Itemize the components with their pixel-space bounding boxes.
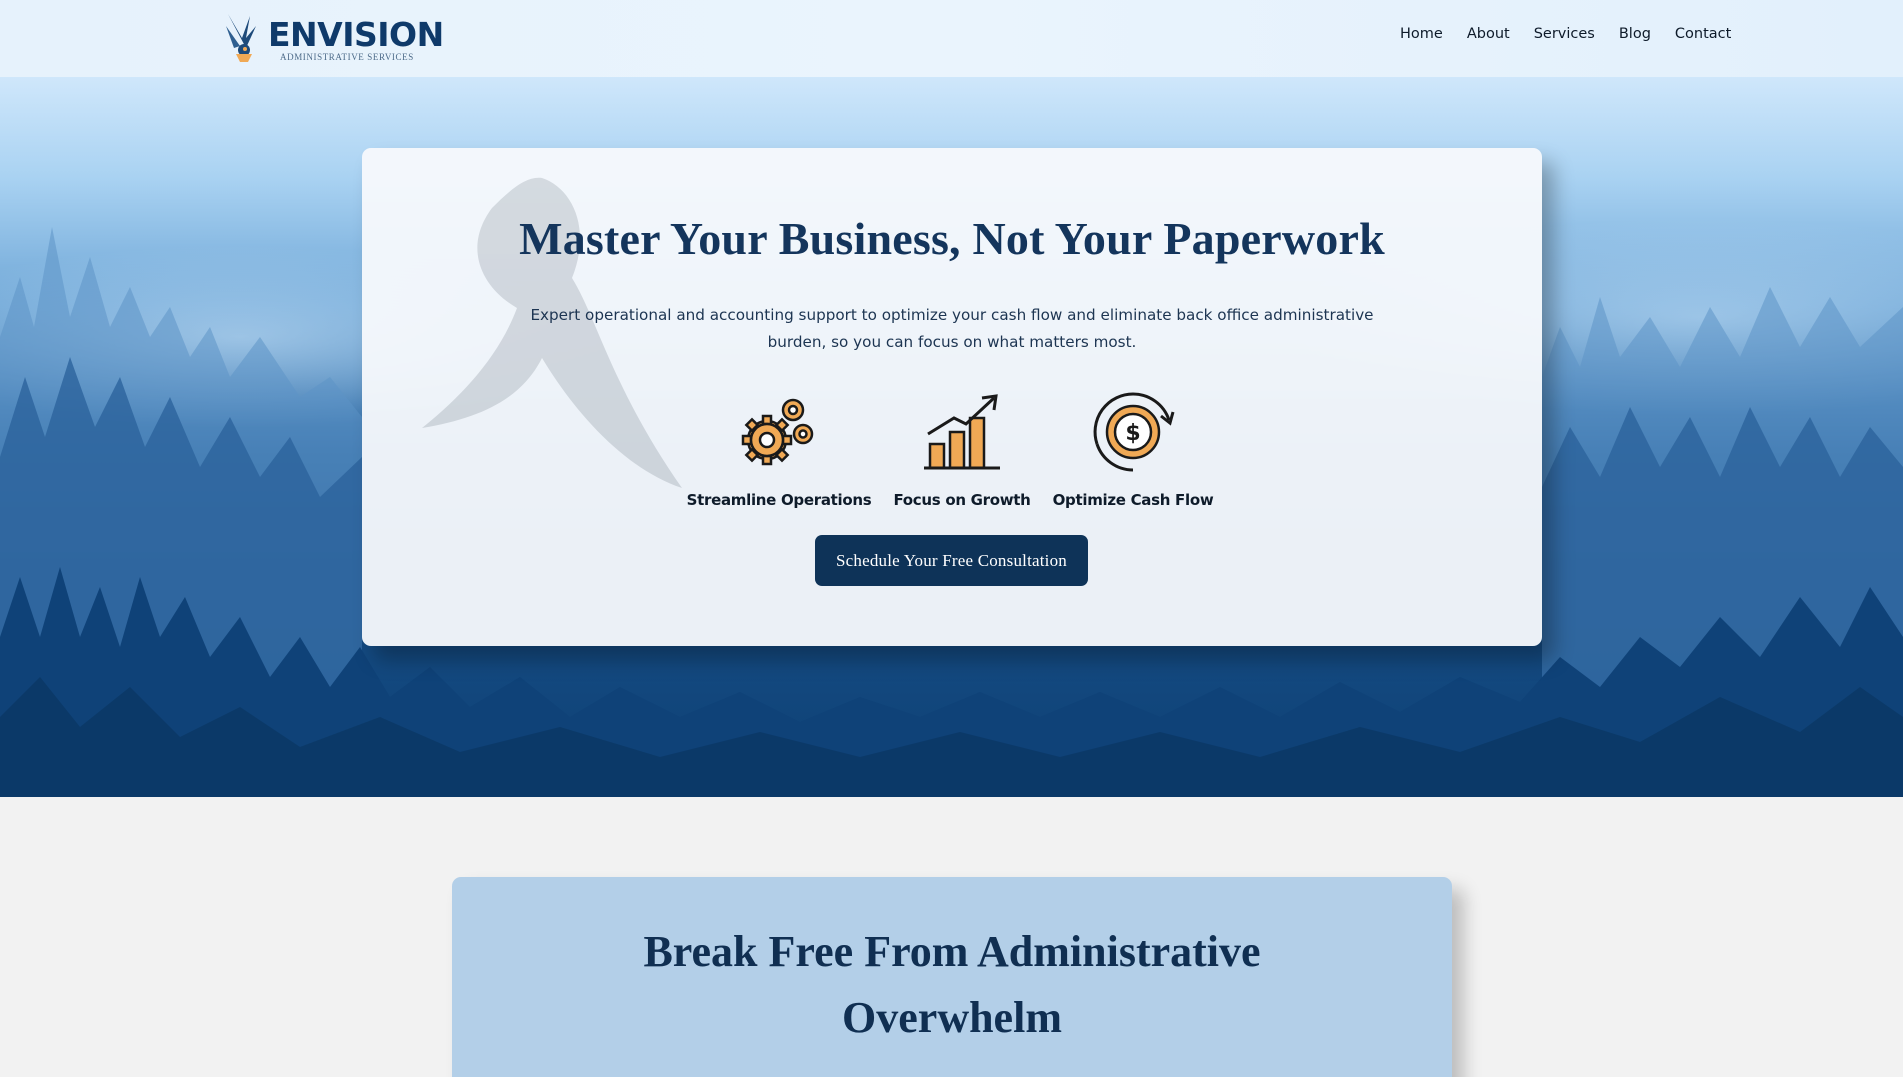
feature-list: Streamline Operations Focus on Growth $ … <box>362 390 1542 520</box>
site-header: ENVISION ADMINISTRATIVE SERVICES Home Ab… <box>0 0 1903 77</box>
hero-subtitle: Expert operational and accounting suppor… <box>530 306 1374 351</box>
feature-optimize-cash-flow: $ Optimize Cash Flow <box>1033 390 1233 509</box>
svg-text:$: $ <box>1125 421 1140 446</box>
feature-streamline-operations: Streamline Operations <box>679 390 879 509</box>
main-nav: Home About Services Blog Contact <box>1400 26 1755 42</box>
nav-blog[interactable]: Blog <box>1619 26 1651 42</box>
feature-label: Focus on Growth <box>893 491 1031 509</box>
overwhelm-section: Break Free From Administrative Overwhelm <box>0 797 1903 1077</box>
schedule-consultation-button[interactable]: Schedule Your Free Consultation <box>815 535 1088 586</box>
feature-label: Streamline Operations <box>686 491 872 509</box>
overwhelm-title: Break Free From Administrative Overwhelm <box>452 919 1452 1051</box>
nav-about[interactable]: About <box>1467 26 1510 42</box>
nav-services[interactable]: Services <box>1534 26 1595 42</box>
feature-label: Optimize Cash Flow <box>1052 491 1214 509</box>
eagle-logo-icon <box>226 14 256 62</box>
nav-home[interactable]: Home <box>1400 26 1443 42</box>
overwhelm-card: Break Free From Administrative Overwhelm <box>452 877 1452 1077</box>
gears-icon <box>741 398 814 466</box>
logo-tagline: ADMINISTRATIVE SERVICES <box>280 52 414 62</box>
logo-wordmark: ENVISION <box>268 15 444 54</box>
cash-flow-icon: $ <box>1093 392 1175 472</box>
logo[interactable]: ENVISION ADMINISTRATIVE SERVICES <box>222 8 444 66</box>
hero-card: Master Your Business, Not Your Paperwork… <box>362 148 1542 646</box>
growth-chart-icon <box>924 394 1000 470</box>
hero-title: Master Your Business, Not Your Paperwork <box>519 213 1385 264</box>
feature-focus-on-growth: Focus on Growth <box>862 390 1062 509</box>
overwhelm-title-line2: Overwhelm <box>842 993 1062 1042</box>
overwhelm-title-line1: Break Free From Administrative <box>643 927 1261 976</box>
hero-section: Master Your Business, Not Your Paperwork… <box>0 77 1903 797</box>
nav-contact[interactable]: Contact <box>1675 26 1731 42</box>
